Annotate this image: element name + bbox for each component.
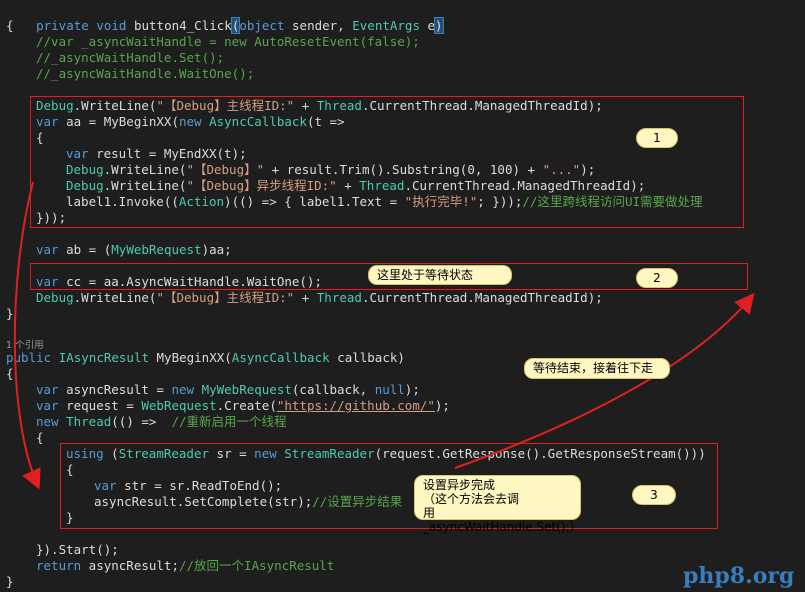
- step-badge-1: 1: [636, 128, 678, 148]
- annotation-arrows: [13, 181, 755, 490]
- note-wait-finished: 等待结束，接着往下走: [524, 358, 670, 379]
- note-waiting-state: 这里处于等待状态: [368, 265, 512, 285]
- arrow-box1-to-box3: [13, 181, 41, 490]
- step-badge-2: 2: [636, 268, 678, 288]
- arrow-box3-to-box2: [454, 292, 755, 469]
- note-set-complete: 设置异步完成 （这个方法会去调 用_asyncWaitHandle.Set();…: [414, 475, 582, 534]
- code-editor[interactable]: private void button4_Click(object sender…: [0, 0, 805, 592]
- watermark-logo: php8.org: [683, 563, 795, 589]
- step-badge-3: 3: [632, 485, 676, 505]
